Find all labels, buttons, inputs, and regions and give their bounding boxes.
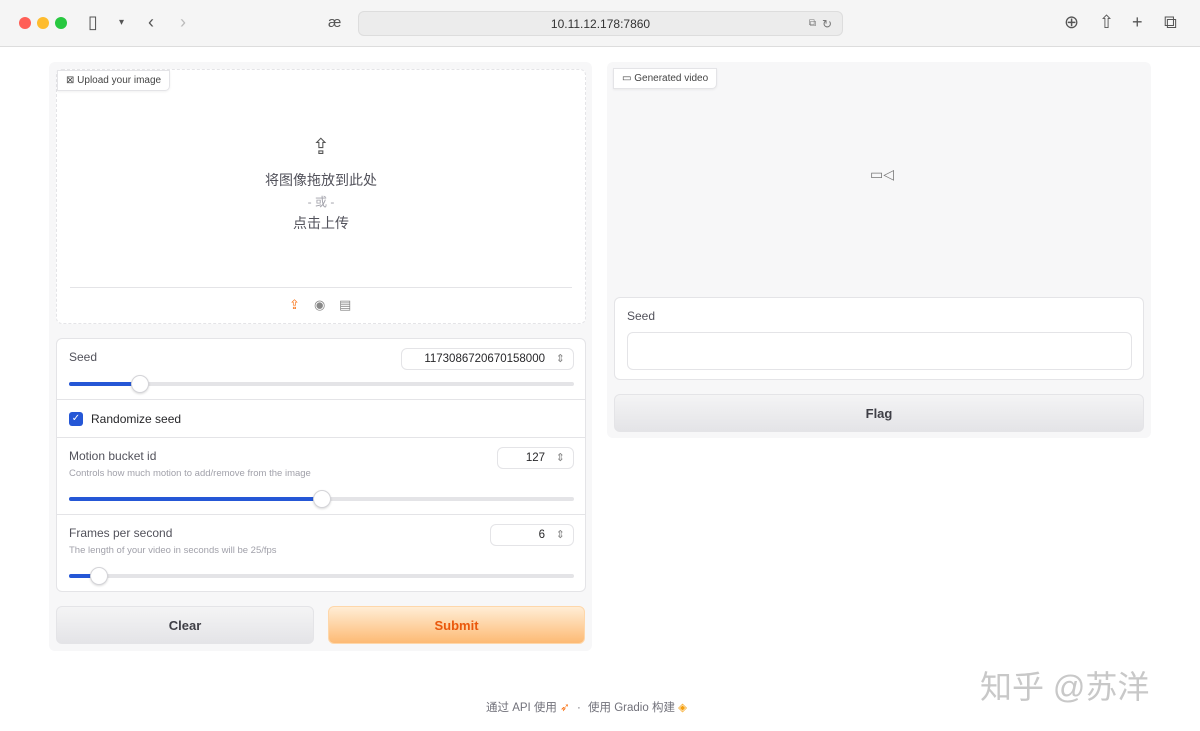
translate-icon[interactable]: ⧉: [809, 12, 816, 36]
output-column: [607, 62, 1151, 438]
clipboard-source-icon[interactable]: ▤: [339, 297, 351, 313]
output-seed-field[interactable]: [627, 332, 1132, 370]
api-link[interactable]: 通过 API 使用: [486, 702, 557, 714]
fps-number-input[interactable]: 6: [490, 524, 574, 546]
motion-slider[interactable]: [69, 490, 574, 508]
gradio-logo-icon: ◈: [678, 702, 688, 714]
clear-button[interactable]: Clear: [56, 606, 314, 644]
randomize-seed-label[interactable]: Randomize seed: [91, 412, 181, 426]
zoom-window-button[interactable]: [55, 17, 67, 29]
reader-icon[interactable]: æ: [328, 14, 341, 31]
footer-separator: ·: [576, 702, 581, 714]
motion-slider-thumb[interactable]: [312, 490, 331, 508]
reload-icon[interactable]: ↻: [822, 12, 832, 36]
video-camera-icon: ▭: [622, 73, 635, 84]
seed-number-input[interactable]: 1173086720670158000: [401, 348, 574, 370]
image-icon: ⊠: [66, 75, 78, 86]
randomize-seed-checkbox[interactable]: ✓: [69, 412, 83, 426]
share-icon[interactable]: ⇧: [1099, 12, 1114, 33]
fps-label: Frames per second: [69, 526, 173, 540]
address-bar[interactable]: 10.11.12.178:7860 ↻ ⧉: [358, 11, 843, 36]
settings-block: Seed 1173086720670158000 ✓ Randomize see…: [56, 338, 586, 592]
divider: [57, 437, 585, 438]
motion-number-input[interactable]: 127: [497, 447, 574, 469]
video-label-text: Generated video: [634, 73, 709, 84]
image-upload-dropzone[interactable]: ⊠ Upload your image ⇪ 将图像拖放到此处 - 或 - 点击上…: [56, 69, 586, 324]
motion-value: 127: [525, 452, 545, 464]
gradio-link[interactable]: 使用 Gradio 构建: [588, 702, 675, 714]
seed-slider-fill: [69, 382, 140, 386]
chevron-down-icon[interactable]: ▾: [119, 17, 124, 28]
fps-slider-thumb[interactable]: [90, 567, 109, 585]
click-upload-text[interactable]: 点击上传: [57, 213, 585, 233]
new-tab-icon[interactable]: +: [1132, 12, 1143, 33]
sidebar-icon[interactable]: ▯: [88, 12, 98, 33]
seed-slider[interactable]: [69, 375, 574, 393]
motion-slider-fill: [69, 497, 322, 501]
divider: [57, 399, 585, 400]
upload-label-text: Upload your image: [77, 75, 162, 86]
back-icon[interactable]: ‹: [148, 12, 154, 33]
seed-slider-thumb[interactable]: [130, 375, 149, 393]
tabs-overview-icon[interactable]: ⧉: [1164, 12, 1177, 33]
footer: 通过 API 使用 ➶ · 使用 Gradio 构建 ◈: [486, 699, 687, 715]
output-seed-block: Seed: [614, 297, 1144, 380]
fps-value: 6: [538, 529, 545, 541]
minimize-window-button[interactable]: [37, 17, 49, 29]
video-label: ▭ Generated video: [613, 68, 718, 89]
download-icon[interactable]: ⊕: [1064, 12, 1079, 33]
video-placeholder-icon: ▭◁: [870, 166, 894, 182]
watermark: 知乎 @苏洋: [980, 669, 1150, 705]
divider: [70, 287, 572, 288]
url-text: 10.11.12.178:7860: [550, 17, 651, 31]
submit-button[interactable]: Submit: [328, 606, 585, 644]
seed-value: 1173086720670158000: [424, 353, 545, 365]
upload-source-icon[interactable]: ⇪: [289, 297, 300, 313]
or-text: - 或 -: [307, 195, 335, 209]
drop-text: 将图像拖放到此处: [265, 172, 377, 188]
motion-info: Controls how much motion to add/remove f…: [69, 468, 311, 479]
motion-label: Motion bucket id: [69, 449, 157, 463]
divider: [57, 514, 585, 515]
browser-toolbar: ▯ ▾ ‹ › æ 10.11.12.178:7860 ↻ ⧉ ⊕ ⇧ + ⧉: [0, 0, 1200, 47]
upload-icon: ⇪: [311, 134, 331, 159]
fps-info: The length of your video in seconds will…: [69, 545, 277, 556]
seed-label: Seed: [69, 350, 98, 364]
flag-button[interactable]: Flag: [614, 394, 1144, 432]
fps-slider[interactable]: [69, 567, 574, 585]
output-seed-label: Seed: [627, 309, 656, 323]
webcam-source-icon[interactable]: ◉: [314, 297, 325, 313]
forward-icon[interactable]: ›: [180, 12, 186, 33]
upload-label: ⊠ Upload your image: [57, 70, 171, 91]
rocket-icon: ➶: [560, 702, 570, 714]
close-window-button[interactable]: [19, 17, 31, 29]
